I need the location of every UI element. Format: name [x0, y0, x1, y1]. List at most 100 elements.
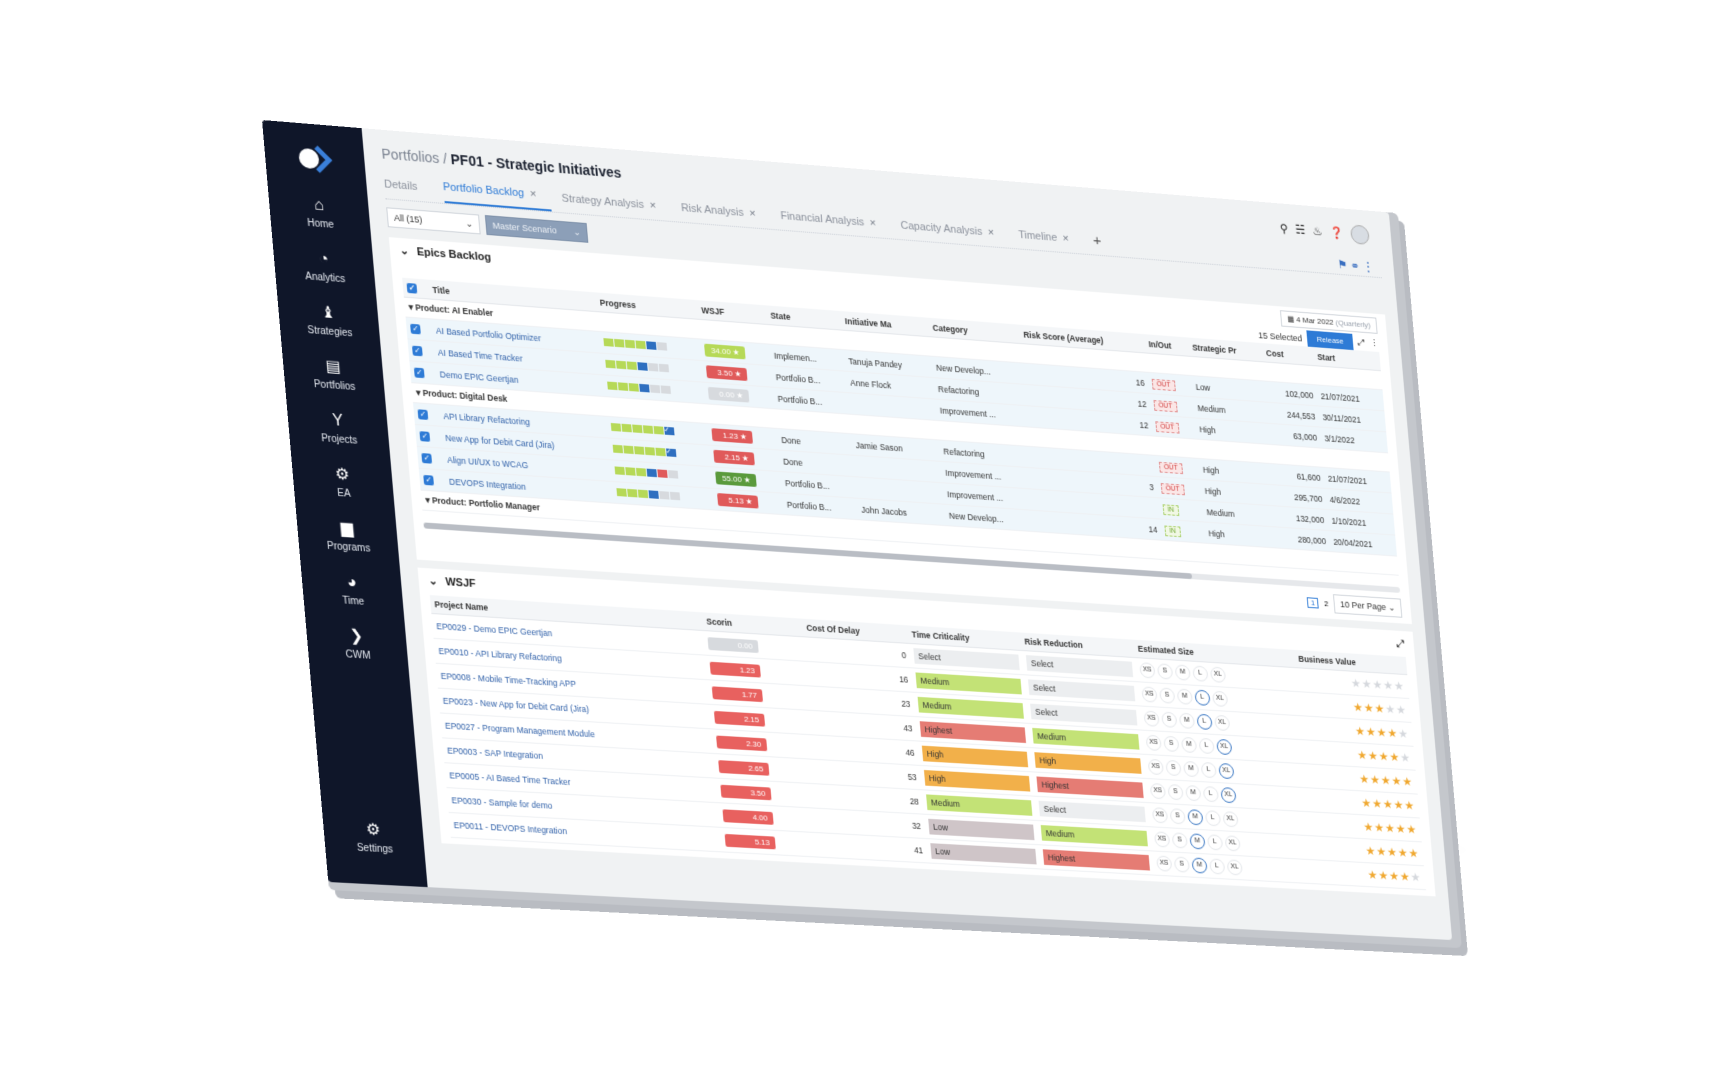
sidebar-item-time[interactable]: ◕ Time: [329, 572, 377, 609]
size-option-s[interactable]: S: [1165, 759, 1182, 777]
row-checkbox[interactable]: ✓: [407, 338, 435, 363]
size-option-xs[interactable]: XS: [1139, 662, 1156, 679]
size-option-xs[interactable]: XS: [1149, 782, 1166, 800]
row-checkbox[interactable]: ✓: [416, 446, 445, 470]
size-option-xs[interactable]: XS: [1155, 855, 1173, 872]
add-tab-button[interactable]: +: [1092, 232, 1102, 255]
size-option-xs[interactable]: XS: [1141, 686, 1158, 703]
scenario-select[interactable]: Master Scenario ⌄: [484, 215, 589, 243]
tab-portfolio-backlog[interactable]: Portfolio Backlog ×: [442, 181, 552, 212]
star-icon[interactable]: ★: [1406, 822, 1418, 836]
close-icon[interactable]: ×: [1062, 233, 1069, 245]
sidebar-item-portfolios[interactable]: ▤ Portfolios: [310, 356, 358, 393]
row-checkbox[interactable]: ✓: [413, 402, 441, 427]
select-all-checkbox[interactable]: ✓: [402, 277, 430, 300]
tab-capacity-analysis[interactable]: Capacity Analysis ×: [900, 220, 1008, 248]
tab-strategy-analysis[interactable]: Strategy Analysis ×: [561, 193, 670, 221]
close-icon[interactable]: ×: [529, 188, 536, 200]
more-icon[interactable]: ⋮: [1362, 260, 1374, 274]
business-value-rating[interactable]: ★★★★★: [1312, 859, 1426, 890]
sidebar-item-programs[interactable]: ▆ Programs: [324, 518, 372, 555]
close-icon[interactable]: ×: [869, 217, 876, 229]
sidebar-item-settings[interactable]: ⚙ Settings: [355, 820, 394, 855]
size-option-s[interactable]: S: [1156, 663, 1174, 680]
row-checkbox[interactable]: ✓: [405, 316, 433, 341]
time-criticality-select[interactable]: Low: [925, 838, 1041, 869]
size-option-m[interactable]: M: [1174, 664, 1191, 681]
size-option-xs[interactable]: XS: [1151, 807, 1168, 824]
size-option-l[interactable]: L: [1194, 689, 1211, 706]
breadcrumb-parent[interactable]: Portfolios: [381, 146, 440, 167]
avatar[interactable]: [1349, 224, 1370, 246]
size-option-s[interactable]: S: [1169, 808, 1186, 825]
size-option-m[interactable]: M: [1189, 833, 1206, 850]
size-option-l[interactable]: L: [1208, 858, 1226, 875]
help-icon[interactable]: ❓: [1329, 226, 1344, 241]
size-option-xl[interactable]: XL: [1226, 859, 1243, 876]
size-option-s[interactable]: S: [1167, 783, 1184, 801]
app-logo[interactable]: [292, 136, 337, 181]
page-1[interactable]: 1: [1306, 596, 1320, 609]
size-option-s[interactable]: S: [1171, 832, 1188, 849]
tab-risk-analysis[interactable]: Risk Analysis ×: [681, 202, 771, 229]
close-icon[interactable]: ×: [749, 208, 756, 220]
size-option-xl[interactable]: XL: [1222, 811, 1239, 828]
size-option-m[interactable]: M: [1187, 809, 1204, 826]
per-page-select[interactable]: 10 Per Page ⌄: [1332, 594, 1403, 618]
size-option-l[interactable]: L: [1198, 737, 1215, 755]
size-option-l[interactable]: L: [1192, 665, 1209, 682]
scope-select[interactable]: All (15) ⌄: [386, 207, 481, 235]
pin-icon[interactable]: ⚑: [1337, 258, 1348, 272]
star-icon[interactable]: ★: [1404, 799, 1416, 813]
size-option-m[interactable]: M: [1184, 785, 1202, 802]
size-option-xl[interactable]: XL: [1211, 690, 1229, 707]
more-icon[interactable]: ⋮: [1370, 338, 1379, 349]
size-option-m[interactable]: M: [1180, 736, 1197, 754]
row-checkbox[interactable]: ✓: [418, 468, 447, 492]
size-option-s[interactable]: S: [1163, 735, 1180, 753]
star-icon[interactable]: ★: [1402, 775, 1414, 789]
size-option-l[interactable]: L: [1202, 786, 1219, 803]
size-option-xl[interactable]: XL: [1218, 762, 1235, 780]
size-option-xl[interactable]: XL: [1209, 666, 1226, 683]
close-icon[interactable]: ×: [649, 200, 656, 212]
size-option-xs[interactable]: XS: [1145, 734, 1162, 751]
size-option-l[interactable]: L: [1196, 713, 1213, 731]
tab-timeline[interactable]: Timeline ×: [1018, 229, 1083, 253]
size-option-l[interactable]: L: [1200, 761, 1217, 779]
star-icon[interactable]: ★: [1410, 870, 1422, 884]
tab-details[interactable]: Details: [384, 178, 433, 202]
size-option-xl[interactable]: XL: [1213, 714, 1231, 732]
row-checkbox[interactable]: ✓: [409, 360, 437, 385]
size-option-xs[interactable]: XS: [1153, 831, 1171, 848]
search-icon[interactable]: ⚲: [1279, 222, 1288, 236]
sidebar-item-ea[interactable]: ⚙ EA: [319, 464, 367, 501]
expand-icon[interactable]: ⤢: [1358, 337, 1366, 348]
sidebar-item-home[interactable]: ⌂ Home: [296, 194, 344, 231]
bell-icon[interactable]: ♨: [1312, 224, 1323, 238]
tab-financial-analysis[interactable]: Financial Analysis ×: [780, 210, 890, 238]
size-option-l[interactable]: L: [1206, 834, 1224, 851]
sidebar-item-strategies[interactable]: ♝ Strategies: [305, 302, 353, 339]
star-icon[interactable]: ★: [1393, 679, 1405, 693]
size-option-m[interactable]: M: [1182, 760, 1200, 778]
hierarchy-icon[interactable]: ☵: [1295, 223, 1306, 237]
page-2[interactable]: 2: [1324, 599, 1329, 608]
size-option-m[interactable]: M: [1191, 857, 1208, 874]
size-option-xl[interactable]: XL: [1220, 787, 1237, 804]
size-option-xl[interactable]: XL: [1216, 738, 1233, 756]
star-icon[interactable]: ★: [1395, 703, 1407, 717]
expand-icon[interactable]: ⤢: [1396, 638, 1405, 651]
sidebar-item-analytics[interactable]: ◔ Analytics: [300, 248, 348, 285]
risk-reduction-select[interactable]: Highest: [1038, 844, 1154, 876]
size-option-l[interactable]: L: [1204, 810, 1221, 827]
star-icon[interactable]: ★: [1398, 727, 1410, 741]
size-option-m[interactable]: M: [1176, 688, 1193, 705]
release-button[interactable]: Release: [1306, 330, 1354, 351]
sidebar-item-projects[interactable]: Y Projects: [314, 410, 362, 447]
size-option-xs[interactable]: XS: [1143, 710, 1160, 727]
size-option-m[interactable]: M: [1178, 712, 1195, 729]
star-icon[interactable]: ★: [1400, 751, 1412, 765]
row-checkbox[interactable]: ✓: [414, 424, 443, 449]
star-icon[interactable]: ★: [1408, 846, 1420, 860]
